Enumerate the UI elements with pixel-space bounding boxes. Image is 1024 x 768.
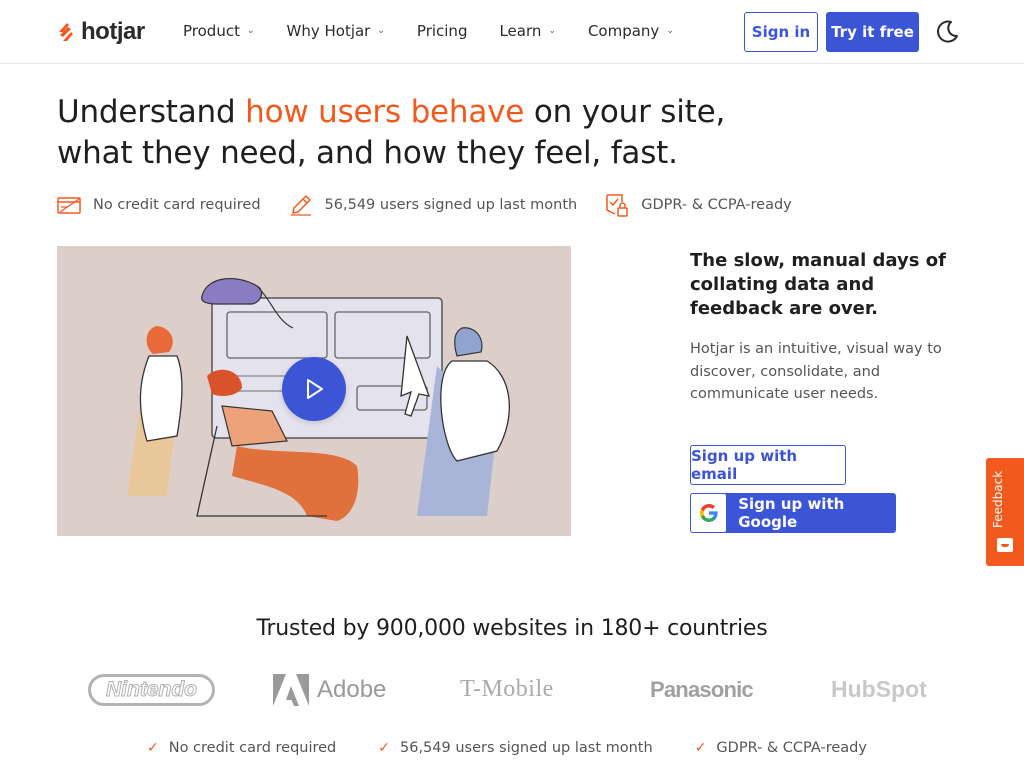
feedback-tab[interactable]: Feedback bbox=[986, 458, 1024, 566]
feature-label: 56,549 users signed up last month bbox=[324, 197, 578, 213]
bottom-feature-label: No credit card required bbox=[168, 740, 337, 756]
play-button[interactable] bbox=[282, 357, 346, 421]
google-button-label: Sign up with Google bbox=[738, 495, 845, 531]
feature-label: No credit card required bbox=[93, 197, 261, 213]
feature-gdpr: GDPR- & CCPA-ready bbox=[605, 192, 792, 218]
headline-accent: how users behave bbox=[245, 94, 525, 130]
hotjar-flame-icon bbox=[59, 23, 73, 41]
nav-learn-label: Learn bbox=[499, 22, 542, 40]
hotjar-logo[interactable]: hotjar bbox=[57, 18, 145, 46]
hero-features: No credit card required 56,549 users sig… bbox=[57, 192, 820, 218]
check-icon: ✓ bbox=[147, 740, 159, 756]
sign-in-button[interactable]: Sign in bbox=[744, 12, 818, 52]
bottom-feature: ✓ 56,549 users signed up last month bbox=[378, 740, 652, 756]
hero-headline: Understand how users behave on your site… bbox=[57, 92, 777, 174]
bottom-feature: ✓ No credit card required bbox=[147, 740, 336, 756]
site-header: hotjar Product ⌄ Why Hotjar ⌄ Pricing Le… bbox=[0, 0, 1024, 64]
value-prop-heading: The slow, manual days of collating data … bbox=[690, 250, 946, 319]
trusted-heading: Trusted by 900,000 websites in 180+ coun… bbox=[256, 616, 768, 641]
play-icon bbox=[307, 379, 323, 399]
brand-logos: Nintendo Adobe T-Mobile Panasonic HubSpo… bbox=[0, 670, 1024, 710]
bottom-features: ✓ No credit card required ✓ 56,549 users… bbox=[147, 740, 909, 756]
nav-product[interactable]: Product ⌄ bbox=[183, 22, 255, 40]
sign-up-email-button[interactable]: Sign up with email bbox=[690, 445, 846, 485]
feedback-smile-icon bbox=[997, 538, 1013, 552]
nintendo-logo: Nintendo bbox=[88, 674, 215, 706]
shield-lock-icon bbox=[606, 194, 628, 217]
hubspot-logo: HubSpot bbox=[831, 676, 927, 702]
bottom-feature-label: GDPR- & CCPA-ready bbox=[716, 740, 867, 756]
adobe-wordmark: Adobe bbox=[317, 676, 387, 703]
nav-why-hotjar[interactable]: Why Hotjar ⌄ bbox=[287, 22, 385, 40]
sign-up-google-button[interactable]: Sign up with Google bbox=[690, 493, 896, 533]
adobe-logo: Adobe bbox=[273, 674, 386, 706]
nav-product-label: Product bbox=[183, 22, 240, 40]
main-nav: Product ⌄ Why Hotjar ⌄ Pricing Learn ⌄ C… bbox=[183, 22, 706, 40]
google-icon bbox=[699, 504, 718, 522]
chevron-down-icon: ⌄ bbox=[246, 26, 255, 36]
pencil-icon bbox=[290, 195, 311, 216]
chevron-down-icon: ⌄ bbox=[377, 26, 385, 36]
adobe-icon bbox=[273, 674, 309, 706]
video-player[interactable] bbox=[57, 246, 571, 536]
tmobile-logo: T-Mobile bbox=[460, 676, 554, 702]
try-it-free-button[interactable]: Try it free bbox=[826, 12, 919, 52]
nav-why-hotjar-label: Why Hotjar bbox=[286, 22, 371, 40]
feature-users-signed-up: 56,549 users signed up last month bbox=[289, 193, 578, 217]
chevron-down-icon: ⌄ bbox=[666, 26, 674, 36]
value-prop-description: Hotjar is an intuitive, visual way to di… bbox=[690, 341, 942, 402]
google-icon-box bbox=[691, 494, 727, 532]
bottom-feature: ✓ GDPR- & CCPA-ready bbox=[695, 740, 867, 756]
headline-part1: Understand bbox=[57, 94, 246, 130]
nav-pricing-label: Pricing bbox=[416, 22, 468, 40]
check-icon: ✓ bbox=[378, 740, 390, 756]
nav-learn[interactable]: Learn ⌄ bbox=[499, 22, 555, 40]
moon-icon[interactable] bbox=[934, 19, 960, 45]
bottom-feature-label: 56,549 users signed up last month bbox=[400, 740, 653, 756]
feedback-label: Feedback bbox=[991, 470, 1005, 528]
nav-pricing[interactable]: Pricing bbox=[417, 22, 468, 40]
feature-label: GDPR- & CCPA-ready bbox=[641, 197, 792, 213]
logo-text: hotjar bbox=[81, 18, 145, 45]
check-icon: ✓ bbox=[694, 740, 707, 756]
nav-company-label: Company bbox=[587, 22, 660, 40]
feature-no-credit-card: No credit card required bbox=[57, 195, 261, 215]
nav-company[interactable]: Company ⌄ bbox=[588, 22, 674, 40]
chevron-down-icon: ⌄ bbox=[548, 26, 556, 36]
credit-card-icon bbox=[57, 197, 81, 214]
panasonic-logo: Panasonic bbox=[650, 677, 754, 702]
